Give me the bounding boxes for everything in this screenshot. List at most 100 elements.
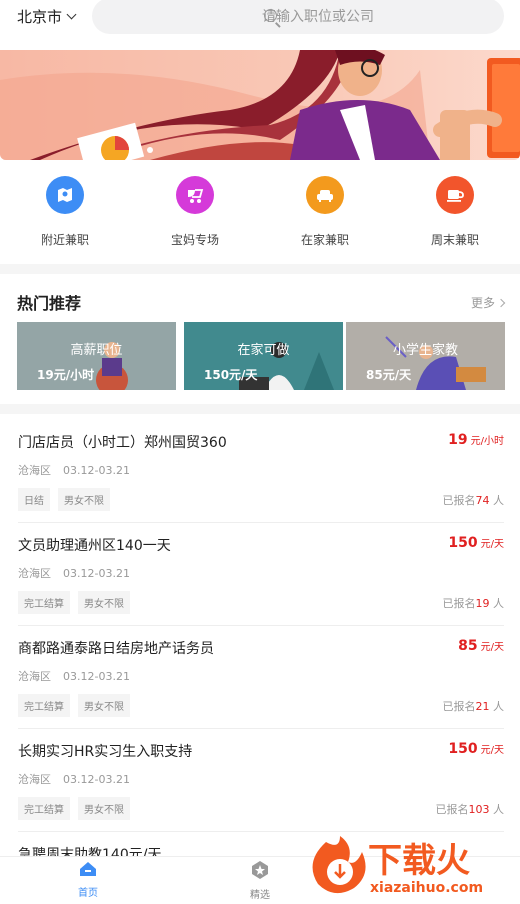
pay-amount: 19 (448, 432, 468, 448)
job-item[interactable]: 文员助理通州区140一天 150 元/天 沧海区 03.12-03.21 完工结算 … (18, 523, 504, 626)
card-price: 85元/天 (366, 368, 412, 382)
signup-prefix: 已报名 (442, 597, 476, 610)
signup-number: 74 (475, 494, 490, 507)
job-pay: 85 元/天 (458, 638, 504, 654)
promo-banner[interactable] (0, 50, 520, 160)
cup-icon (436, 176, 474, 214)
job-district: 沧海区 (18, 773, 51, 786)
hot-card-remote[interactable]: 在家可做 150元/天 (184, 322, 343, 390)
tab-label: 首页 (78, 888, 98, 899)
section-title: 热门推荐 (17, 294, 82, 313)
job-tag: 完工结算 (18, 694, 70, 717)
svg-text:下载火: 下载火 (368, 841, 470, 881)
chevron-down-icon (66, 9, 77, 20)
tab-featured[interactable]: 精选 (230, 861, 290, 901)
job-item[interactable]: 门店店员（小时工）郑州国贸360 19 元/小时 沧海区 03.12-03.21 日… (18, 420, 504, 523)
stroller-icon (176, 176, 214, 214)
job-title: 文员助理通州区140一天 (18, 538, 171, 554)
pay-unit: 元/小时 (470, 436, 504, 447)
signup-suffix: 人 (493, 494, 504, 507)
job-tags: 完工结算 男女不限 (18, 591, 130, 614)
card-title: 高薪职位 (70, 343, 123, 358)
home-icon (80, 862, 96, 876)
signup-prefix: 已报名 (442, 700, 476, 713)
job-title: 长期实习HR实习生入职支持 (18, 744, 193, 760)
signup-count: 已报名74 人 (443, 492, 505, 508)
job-date: 03.12-03.21 (63, 464, 130, 477)
tab-home[interactable]: 首页 (58, 861, 118, 899)
job-district: 沧海区 (18, 567, 51, 580)
signup-prefix: 已报名 (435, 803, 469, 816)
city-selector[interactable]: 北京市 (17, 6, 77, 27)
card-title: 小学生家教 (392, 343, 458, 358)
search-placeholder: 请输入职位或公司 (262, 9, 374, 25)
pay-unit: 元/天 (480, 745, 504, 756)
category-label: 在家兼职 (300, 233, 349, 247)
job-item[interactable]: 长期实习HR实习生入职支持 150 元/天 沧海区 03.12-03.21 完工结算… (18, 729, 504, 832)
search-icon (264, 9, 277, 22)
sofa-icon (306, 176, 344, 214)
job-tag: 男女不限 (78, 797, 130, 820)
map-icon (46, 176, 84, 214)
banner-illustration (0, 50, 520, 160)
top-bar: 北京市 请输入职位或公司 (0, 0, 520, 36)
city-label: 北京市 (17, 8, 63, 26)
job-meta: 沧海区 03.12-03.21 (18, 565, 130, 581)
job-tag: 完工结算 (18, 591, 70, 614)
job-pay: 150 元/天 (448, 535, 504, 551)
star-icon (252, 861, 268, 879)
more-label: 更多 (470, 296, 495, 310)
card-title: 在家可做 (237, 343, 290, 358)
job-tags: 完工结算 男女不限 (18, 694, 130, 717)
category-label: 附近兼职 (40, 233, 89, 247)
pay-unit: 元/天 (480, 539, 504, 550)
job-meta: 沧海区 03.12-03.21 (18, 668, 130, 684)
card-price: 150元/天 (204, 368, 258, 382)
signup-number: 103 (468, 803, 490, 816)
signup-number: 19 (475, 597, 490, 610)
section-divider (0, 264, 520, 274)
hot-card-tutor[interactable]: 小学生家教 85元/天 (346, 322, 505, 390)
signup-count: 已报名21 人 (443, 698, 505, 714)
pay-unit: 元/天 (480, 642, 504, 653)
category-label: 宝妈专场 (170, 233, 219, 247)
watermark-logo: 下载火 xiazaihuo.com (304, 832, 514, 900)
job-title: 门店店员（小时工）郑州国贸360 (18, 435, 227, 451)
signup-count: 已报名103 人 (436, 801, 505, 817)
job-tag: 完工结算 (18, 797, 70, 820)
search-input[interactable]: 请输入职位或公司 (92, 0, 504, 34)
job-title: 急聘周末助教140元/天 (18, 847, 162, 856)
job-tag: 日结 (18, 488, 50, 511)
job-tag: 男女不限 (58, 488, 110, 511)
category-nearby[interactable]: 附近兼职 (20, 176, 110, 248)
card-price: 19元/小时 (37, 368, 95, 382)
chevron-right-icon (496, 298, 506, 307)
signup-suffix: 人 (493, 597, 504, 610)
signup-count: 已报名19 人 (443, 595, 505, 611)
job-pay: 19 元/小时 (448, 432, 504, 448)
section-divider (0, 404, 520, 414)
job-date: 03.12-03.21 (63, 670, 130, 683)
category-mom[interactable]: 宝妈专场 (150, 176, 240, 248)
job-title: 商都路通泰路日结房地产话务员 (18, 641, 214, 657)
job-meta: 沧海区 03.12-03.21 (18, 771, 130, 787)
signup-prefix: 已报名 (442, 494, 476, 507)
hot-card-high-pay[interactable]: 高薪职位 19元/小时 (17, 322, 176, 390)
category-nav: 附近兼职 宝妈专场 在家兼职 周末兼职 (0, 176, 520, 256)
tab-label: 精选 (250, 890, 270, 901)
more-link[interactable]: 更多 (470, 294, 506, 311)
job-tag: 男女不限 (78, 591, 130, 614)
job-district: 沧海区 (18, 670, 51, 683)
category-label: 周末兼职 (430, 233, 479, 247)
job-tags: 日结 男女不限 (18, 488, 110, 511)
job-item[interactable]: 商都路通泰路日结房地产话务员 85 元/天 沧海区 03.12-03.21 完工结算… (18, 626, 504, 729)
job-tag: 男女不限 (78, 694, 130, 717)
signup-suffix: 人 (493, 700, 504, 713)
job-meta: 沧海区 03.12-03.21 (18, 462, 130, 478)
job-date: 03.12-03.21 (63, 773, 130, 786)
pay-amount: 85 (458, 638, 478, 654)
category-home[interactable]: 在家兼职 (280, 176, 370, 248)
category-weekend[interactable]: 周末兼职 (410, 176, 500, 248)
job-date: 03.12-03.21 (63, 567, 130, 580)
pay-amount: 150 (448, 535, 478, 551)
